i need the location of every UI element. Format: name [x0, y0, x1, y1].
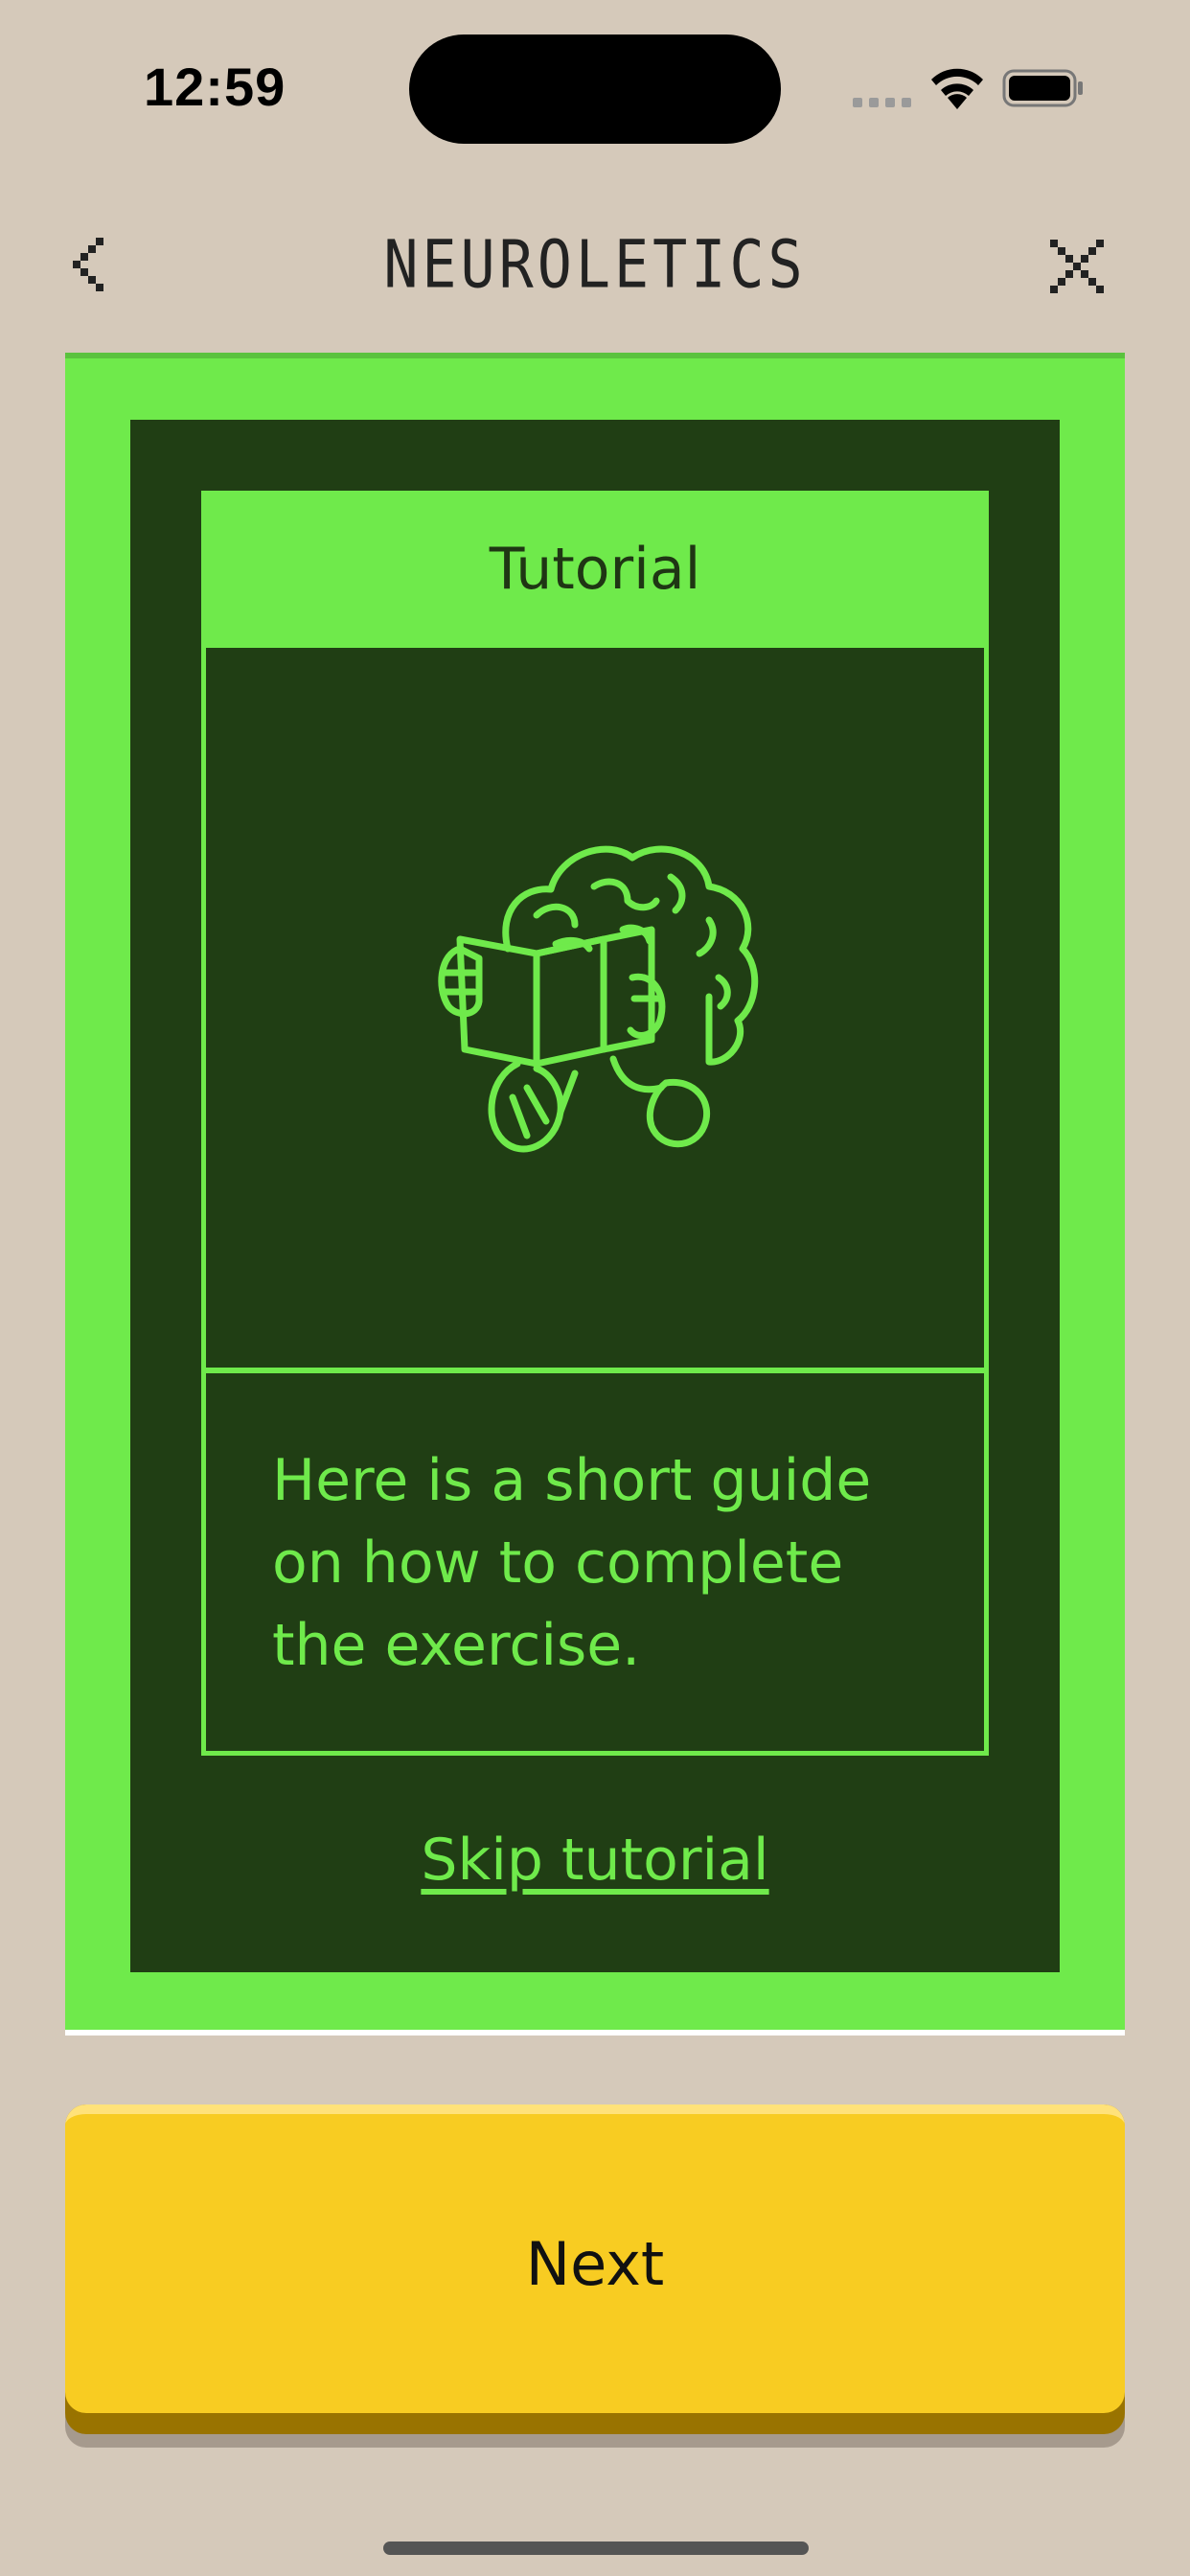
next-button[interactable]: Next [65, 2104, 1125, 2413]
brain-reading-book-icon [438, 845, 759, 1153]
home-indicator[interactable] [383, 2542, 809, 2555]
dynamic-island [409, 34, 781, 144]
battery-icon [1002, 69, 1083, 107]
tutorial-header: Tutorial [201, 491, 989, 648]
skip-tutorial-link[interactable]: Skip tutorial [0, 1827, 1190, 1894]
cellular-signal-icon [853, 98, 912, 107]
app-title: NEUROLETICS [383, 226, 807, 304]
wifi-icon [931, 68, 983, 109]
card-divider [65, 2030, 1125, 2036]
tutorial-description: Here is a short guide on how to complete… [272, 1447, 872, 1679]
close-icon [1050, 240, 1104, 293]
status-time: 12:59 [144, 57, 286, 117]
close-button[interactable] [1050, 240, 1104, 293]
